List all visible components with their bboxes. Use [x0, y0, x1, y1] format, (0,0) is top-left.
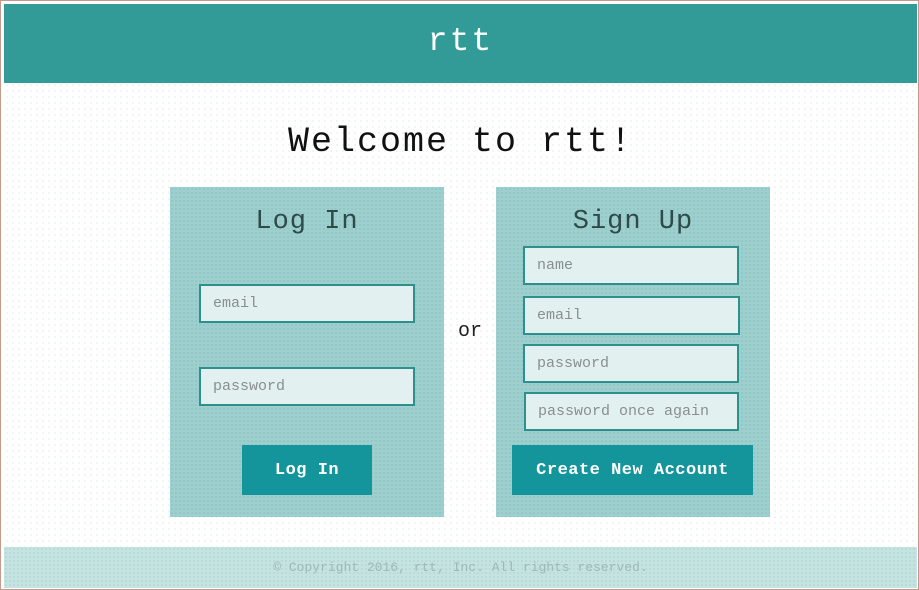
window-frame: rtt Welcome to rtt! Log In Log In or Sig… — [0, 0, 919, 590]
login-password-input[interactable] — [199, 367, 415, 406]
login-panel: Log In Log In — [170, 187, 444, 517]
signup-password-input[interactable] — [523, 344, 739, 383]
or-separator: or — [457, 320, 482, 343]
brand-logo-text[interactable]: rtt — [428, 23, 493, 60]
login-button[interactable]: Log In — [242, 445, 372, 495]
site-header: rtt — [4, 4, 917, 83]
signup-title: Sign Up — [572, 207, 694, 237]
login-title: Log In — [255, 207, 359, 237]
page: rtt Welcome to rtt! Log In Log In or Sig… — [4, 4, 917, 588]
signup-name-input[interactable] — [523, 246, 739, 285]
site-footer: © Copyright 2016, rtt, Inc. All rights r… — [4, 547, 917, 588]
page-title: Welcome to rtt! — [287, 122, 634, 162]
create-account-button[interactable]: Create New Account — [512, 445, 753, 495]
signup-email-input[interactable] — [523, 296, 740, 335]
signup-panel: Sign Up Create New Account — [496, 187, 770, 517]
copyright-text: © Copyright 2016, rtt, Inc. All rights r… — [273, 560, 648, 575]
signup-password-confirm-input[interactable] — [524, 392, 739, 431]
login-email-input[interactable] — [199, 284, 415, 323]
